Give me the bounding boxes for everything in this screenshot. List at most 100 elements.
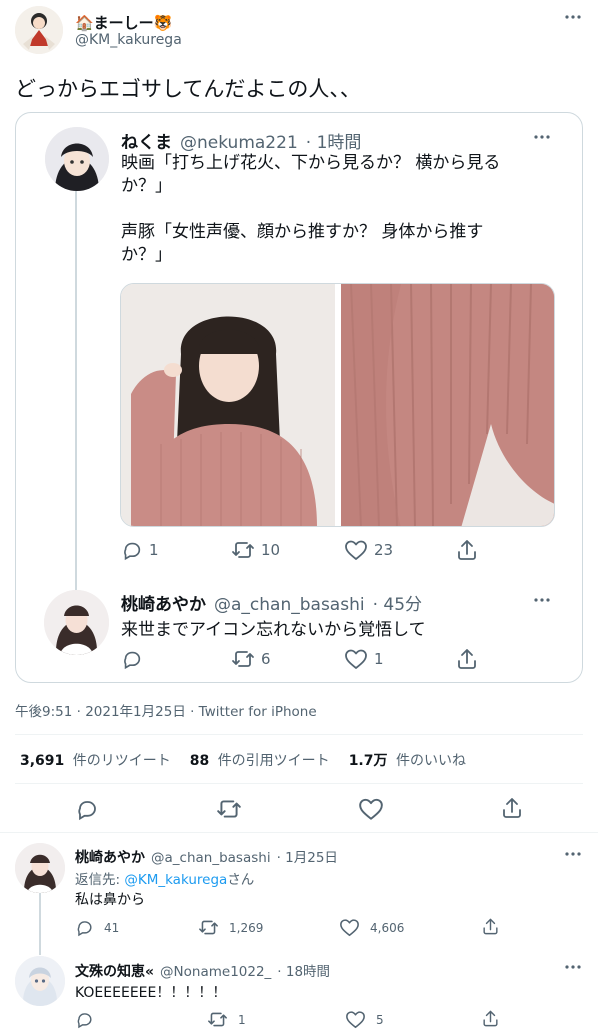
- share-button[interactable]: [455, 647, 479, 671]
- main-author-avatar[interactable]: [15, 6, 63, 54]
- like-icon: [345, 540, 367, 560]
- reply-to-suffix: さん: [227, 872, 255, 888]
- reply-count: 41: [104, 920, 120, 935]
- like-button[interactable]: 1: [344, 648, 384, 670]
- like-count: 23: [374, 541, 394, 559]
- share-button[interactable]: [500, 796, 524, 820]
- reply-icon: [77, 1013, 92, 1029]
- avatar-illustration: [45, 127, 109, 191]
- quoted-author-name[interactable]: ねくま: [121, 128, 172, 153]
- reply-to-handle-link[interactable]: @KM_kakurega: [124, 872, 227, 888]
- reply-author-avatar[interactable]: [15, 843, 65, 893]
- likes-label: 件のいいね: [395, 753, 466, 769]
- reply-author-handle[interactable]: @Noname1022_: [160, 964, 271, 980]
- more-icon[interactable]: [534, 134, 550, 140]
- media-photo-closeup[interactable]: [341, 284, 554, 526]
- avatar-photo: [44, 590, 109, 655]
- main-author-handle[interactable]: @KM_kakurega: [75, 32, 182, 48]
- likes-count: 1.7万: [348, 753, 388, 769]
- media-photo-portrait[interactable]: [121, 284, 335, 526]
- retweet-count: 1,269: [229, 920, 264, 935]
- retweet-stat[interactable]: 3,691 件のリツイート: [20, 750, 171, 770]
- main-tweet-text: どっからエゴサしてんだよこの人、、: [15, 77, 361, 101]
- tweet-timestamp[interactable]: 午後9:51 · 2021年1月25日 · Twitter for iPhone: [15, 700, 317, 720]
- like-count: 4,606: [370, 920, 405, 935]
- like-button[interactable]: 4,606: [339, 918, 404, 937]
- quoted-reply-author-name[interactable]: 桃崎あやか: [121, 590, 206, 615]
- tweet-stats: 3,691 件のリツイート 88 件の引用ツイート 1.7万 件のいいね: [20, 750, 466, 770]
- like-button[interactable]: 5: [345, 1010, 384, 1029]
- like-button[interactable]: 23: [344, 539, 393, 561]
- main-author-name[interactable]: 🏠まーしー🐯: [75, 12, 172, 33]
- retweet-button[interactable]: 10: [231, 539, 280, 561]
- retweet-icon: [208, 1012, 227, 1027]
- quoted-tweet-time[interactable]: · 1時間: [306, 128, 362, 153]
- like-stat[interactable]: 1.7万 件のいいね: [349, 750, 466, 770]
- reply-time[interactable]: · 18時間: [277, 960, 330, 980]
- retweet-button[interactable]: 6: [231, 648, 271, 670]
- like-count: 1: [374, 650, 384, 668]
- share-button[interactable]: [481, 1009, 500, 1028]
- quotes-count: 88: [189, 753, 210, 769]
- reply-text: KOEEEEEEE！！！！！: [75, 985, 227, 1001]
- share-button[interactable]: [481, 917, 500, 936]
- avatar-photo: [15, 843, 65, 893]
- share-icon: [458, 540, 476, 560]
- divider: [15, 734, 583, 735]
- quote-stat[interactable]: 88 件の引用ツイート: [190, 750, 330, 770]
- quoted-reply-time[interactable]: · 45分: [373, 590, 422, 615]
- retweet-button[interactable]: [216, 797, 242, 821]
- share-button[interactable]: [455, 538, 479, 562]
- quoted-reply-avatar[interactable]: [44, 590, 109, 655]
- reply-to-prefix: 返信先:: [75, 872, 125, 888]
- reply-button[interactable]: 1: [121, 539, 159, 561]
- reply-count: 1: [149, 541, 159, 559]
- thread-line: [75, 190, 77, 590]
- quotes-label: 件の引用ツイート: [217, 753, 330, 769]
- more-icon[interactable]: [565, 14, 581, 20]
- more-icon[interactable]: [565, 851, 581, 857]
- media-grid[interactable]: [120, 283, 555, 527]
- reply-button[interactable]: [75, 1010, 104, 1029]
- quoted-tweet-text-line: 声豚「女性声優、顔から推すか？ 身体から推す: [121, 222, 484, 242]
- retweet-button[interactable]: 1: [207, 1010, 246, 1029]
- avatar-illustration: [15, 6, 63, 54]
- like-count: 5: [376, 1012, 384, 1027]
- reply-author-name[interactable]: 桃崎あやか: [75, 847, 145, 867]
- reply-icon: [78, 801, 96, 821]
- more-icon[interactable]: [534, 597, 550, 603]
- reply-button[interactable]: [121, 648, 149, 670]
- quoted-reply-text: 来世までアイコン忘れないから覚悟して: [121, 620, 426, 640]
- retweet-icon: [217, 800, 241, 818]
- reply-button[interactable]: [75, 797, 99, 821]
- retweet-button[interactable]: 1,269: [198, 918, 263, 937]
- reply-icon: [124, 542, 141, 561]
- thread-line: [39, 893, 41, 955]
- retweets-label: 件のリツイート: [72, 753, 171, 769]
- photo-woman-pink-sweater: [121, 284, 335, 526]
- retweet-count: 6: [261, 650, 271, 668]
- quoted-tweet-text-line: か？」: [121, 245, 172, 265]
- quoted-tweet-text-line: か？」: [121, 176, 172, 196]
- reply-author-handle[interactable]: @a_chan_basashi: [151, 850, 271, 866]
- like-button[interactable]: [358, 797, 384, 821]
- reply-to-line: 返信先: @KM_kakuregaさん: [75, 868, 254, 888]
- like-icon: [346, 1011, 365, 1029]
- quoted-tweet-text-line: 映画「打ち上げ花火、下から見るか？ 横から見る: [121, 153, 501, 173]
- reply-author-avatar[interactable]: [15, 956, 65, 1006]
- reply-time[interactable]: · 1月25日: [277, 846, 338, 866]
- quoted-author-avatar[interactable]: [45, 127, 109, 191]
- retweet-icon: [199, 920, 218, 935]
- reply-icon: [77, 921, 92, 937]
- quoted-reply-author-handle[interactable]: @a_chan_basashi: [214, 595, 365, 615]
- divider: [15, 783, 583, 784]
- more-icon[interactable]: [565, 964, 581, 970]
- reply-button[interactable]: 41: [75, 918, 119, 937]
- quoted-author-handle[interactable]: @nekuma221: [180, 133, 298, 153]
- retweet-count: 10: [261, 541, 281, 559]
- reply-icon: [124, 651, 141, 670]
- reply-author-name[interactable]: 文殊の知恵«: [75, 961, 154, 981]
- photo-sweater-closeup: [341, 284, 554, 526]
- retweet-count: 1: [238, 1012, 246, 1027]
- like-icon: [340, 919, 359, 937]
